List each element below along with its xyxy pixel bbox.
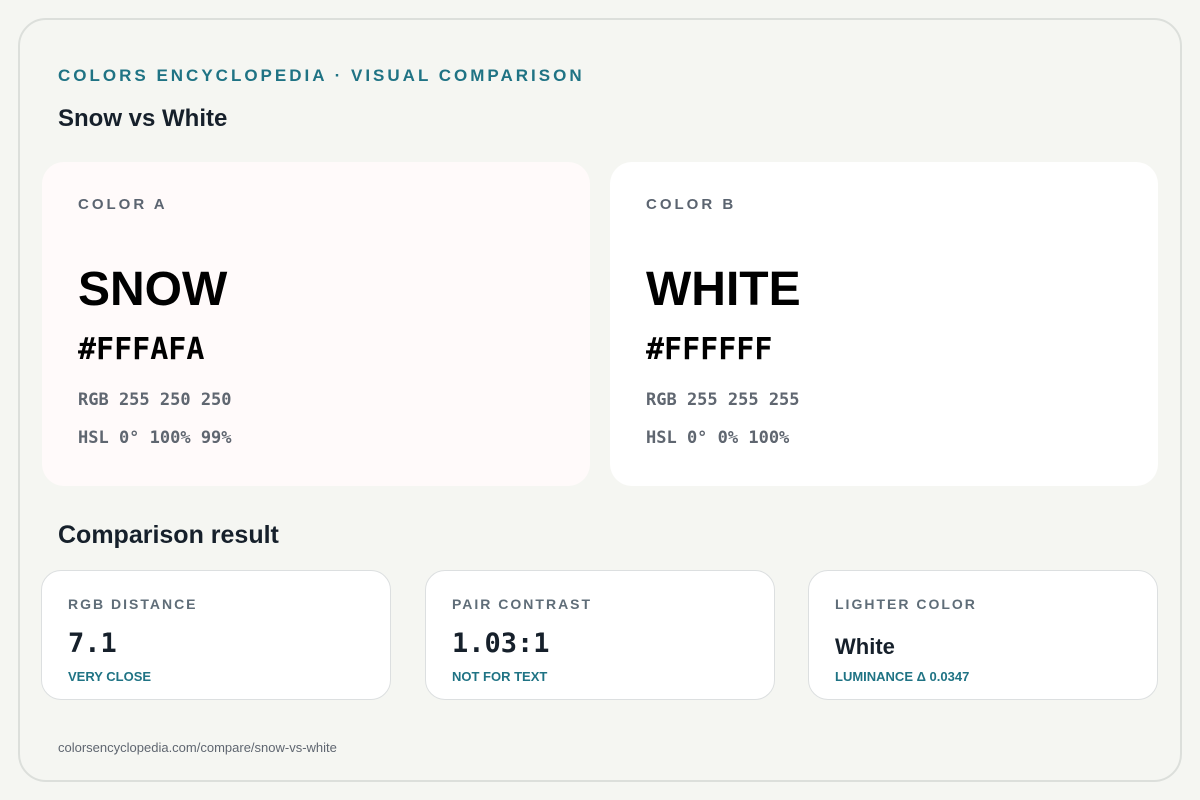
color-b-hsl: HSL 0° 0% 100% — [646, 428, 790, 448]
color-b-name: WHITE — [646, 263, 801, 316]
metric-card-pair-contrast: PAIR CONTRAST 1.03:1 NOT FOR TEXT — [425, 570, 775, 700]
metric-label: PAIR CONTRAST — [452, 596, 593, 612]
metric-label: LIGHTER COLOR — [835, 596, 977, 612]
metric-note: VERY CLOSE — [68, 669, 152, 684]
site-eyebrow: COLORS ENCYCLOPEDIA · VISUAL COMPARISON — [58, 66, 585, 85]
metric-value: 1.03:1 — [452, 628, 550, 659]
color-a-hex[interactable]: #FFFAFA — [78, 332, 204, 367]
color-a-hsl: HSL 0° 100% 99% — [78, 428, 232, 448]
footer-url-link[interactable]: colorsencyclopedia.com/compare/snow-vs-w… — [58, 740, 337, 755]
metric-note: NOT FOR TEXT — [452, 669, 548, 684]
color-a-rgb: RGB 255 250 250 — [78, 390, 232, 410]
metric-value: White — [835, 634, 895, 659]
color-b-swatch-card: COLOR B WHITE #FFFFFF RGB 255 255 255 HS… — [610, 162, 1158, 486]
color-b-hex[interactable]: #FFFFFF — [646, 332, 772, 367]
color-a-label: COLOR A — [78, 196, 168, 213]
metric-note: LUMINANCE Δ 0.0347 — [835, 669, 970, 684]
metric-label: RGB DISTANCE — [68, 596, 198, 612]
metric-card-rgb-distance: RGB DISTANCE 7.1 VERY CLOSE — [41, 570, 391, 700]
metric-card-lighter-color: LIGHTER COLOR White LUMINANCE Δ 0.0347 — [808, 570, 1158, 700]
metric-value: 7.1 — [68, 628, 117, 659]
comparison-title: Comparison result — [58, 521, 279, 549]
color-a-swatch-card: COLOR A SNOW #FFFAFA RGB 255 250 250 HSL… — [42, 162, 590, 486]
color-a-name: SNOW — [78, 263, 228, 316]
color-b-rgb: RGB 255 255 255 — [646, 390, 800, 410]
color-b-label: COLOR B — [646, 196, 737, 213]
page-title: Snow vs White — [58, 105, 228, 132]
